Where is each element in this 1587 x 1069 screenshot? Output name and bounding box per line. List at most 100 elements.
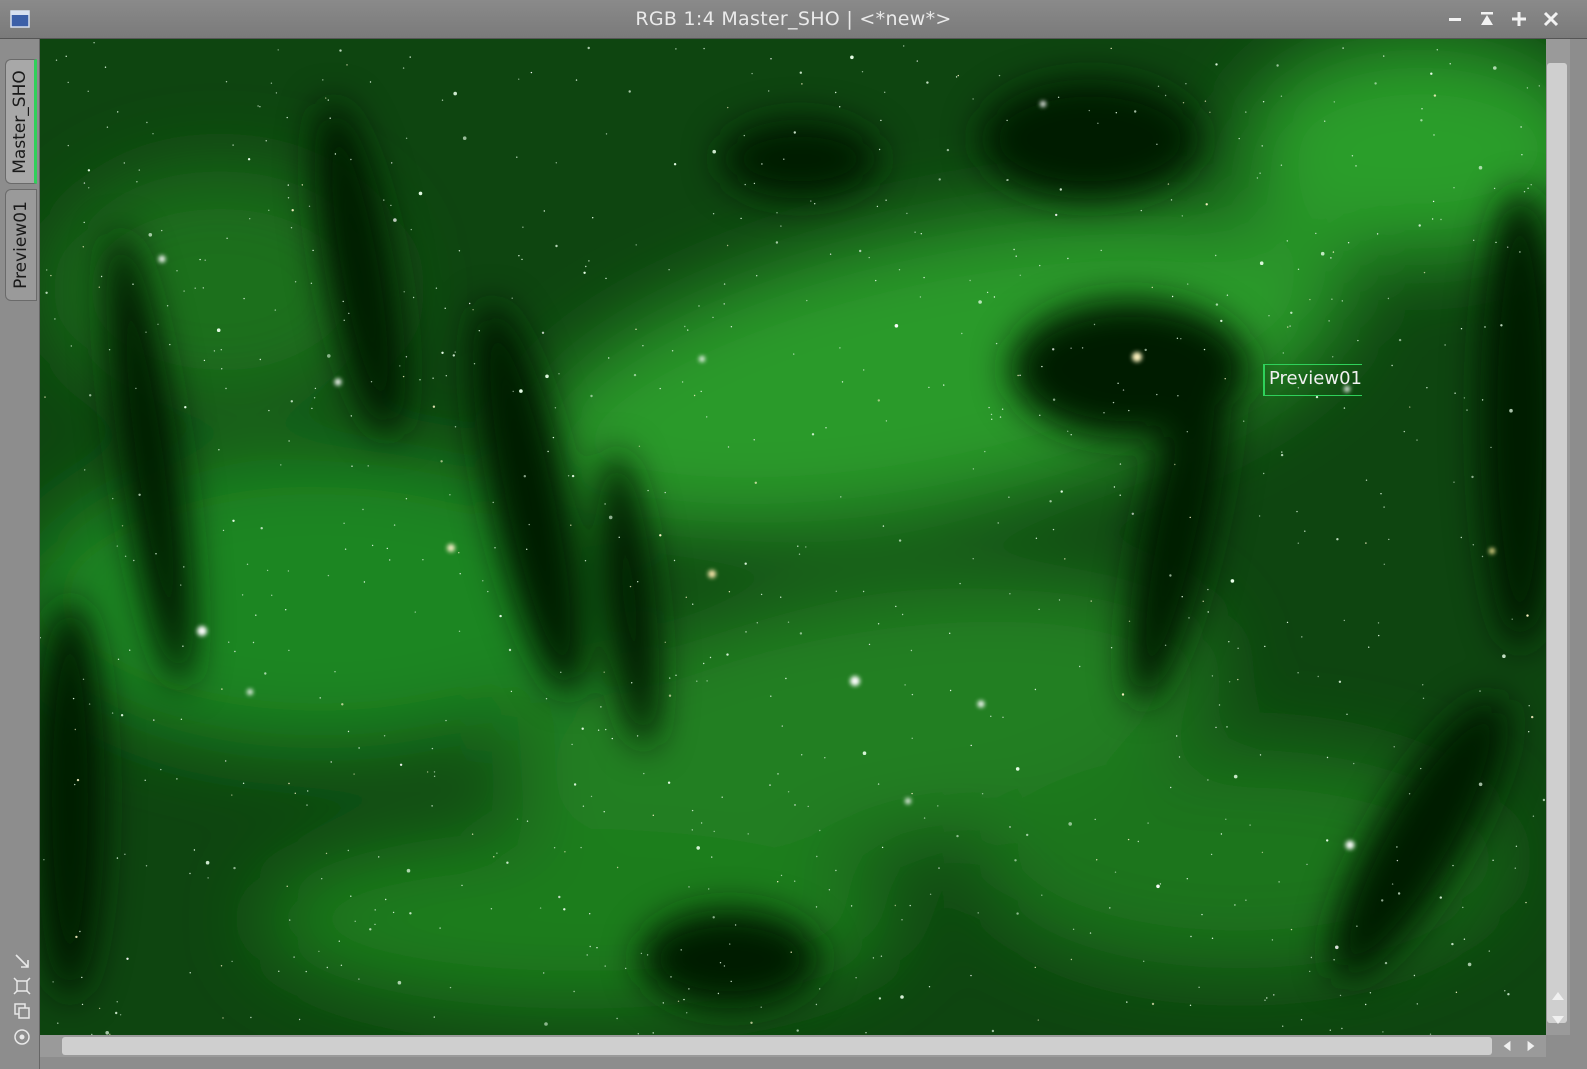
star: [469, 302, 471, 305]
star: [1157, 85, 1160, 87]
star: [1190, 935, 1192, 938]
star: [828, 889, 831, 891]
star: [145, 865, 148, 867]
star: [1181, 215, 1184, 217]
star: [990, 413, 993, 416]
fit-view-icon[interactable]: [12, 951, 32, 971]
star: [1137, 840, 1140, 843]
star: [723, 303, 725, 305]
star: [744, 562, 747, 565]
star: [370, 381, 373, 383]
scroll-up-button[interactable]: [1547, 987, 1569, 1005]
star: [74, 783, 76, 786]
star: [611, 737, 613, 740]
scroll-left-button[interactable]: [1497, 1037, 1517, 1055]
star: [799, 71, 802, 74]
star: [205, 860, 210, 865]
star: [585, 265, 587, 268]
star: [801, 754, 803, 756]
star: [310, 282, 313, 284]
star: [50, 274, 52, 277]
star: [264, 672, 267, 675]
image-viewport[interactable]: Preview01: [40, 39, 1546, 1035]
star: [1041, 894, 1043, 896]
star: [431, 747, 434, 750]
star: [1454, 392, 1456, 394]
star: [1452, 864, 1454, 867]
star: [124, 555, 127, 557]
star: [1259, 172, 1261, 174]
star: [631, 682, 633, 684]
tab-master-sho[interactable]: Master_SHO: [5, 59, 37, 184]
star: [659, 387, 661, 390]
scroll-down-button[interactable]: [1547, 1011, 1569, 1029]
star: [1271, 939, 1274, 941]
star: [1346, 713, 1348, 715]
star: [1243, 420, 1245, 422]
star: [1460, 328, 1463, 330]
star: [583, 271, 586, 274]
horizontal-scroll-thumb[interactable]: [62, 1037, 1492, 1055]
tab-preview01[interactable]: Preview01: [5, 189, 37, 301]
minimize-button[interactable]: [1442, 6, 1468, 32]
star: [207, 877, 209, 879]
star: [1264, 999, 1266, 1001]
star: [587, 46, 590, 50]
star: [234, 650, 236, 653]
star: [260, 527, 263, 530]
star: [1383, 506, 1385, 508]
star: [545, 374, 549, 379]
star: [1182, 102, 1185, 104]
star: [145, 331, 147, 333]
star: [1094, 818, 1096, 821]
shade-button[interactable]: [1474, 6, 1500, 32]
star: [152, 133, 154, 135]
star: [1215, 303, 1219, 306]
star: [161, 229, 163, 232]
star: [696, 680, 698, 682]
vertical-scrollbar[interactable]: [1546, 39, 1587, 1035]
star: [454, 426, 457, 428]
star: [344, 548, 347, 550]
star: [743, 134, 745, 137]
star: [938, 867, 940, 869]
star: [117, 658, 120, 660]
star: [1207, 779, 1209, 781]
star: [144, 779, 146, 781]
close-button[interactable]: [1538, 6, 1564, 32]
star: [72, 697, 75, 700]
scroll-right-button[interactable]: [1521, 1037, 1541, 1055]
zoom-fit-icon[interactable]: [12, 976, 32, 996]
star: [1420, 119, 1423, 122]
clone-icon[interactable]: [12, 1001, 32, 1021]
star: [1110, 47, 1112, 50]
star: [1280, 95, 1283, 97]
window-titlebar[interactable]: RGB 1:4 Master_SHO | <*new*>: [0, 0, 1587, 39]
horizontal-scrollbar[interactable]: [40, 1035, 1587, 1069]
star: [1449, 63, 1451, 65]
star: [1177, 395, 1179, 397]
star: [1224, 378, 1226, 380]
star: [589, 913, 591, 915]
star: [1290, 928, 1293, 931]
star: [184, 406, 187, 409]
star: [1176, 337, 1179, 339]
star: [638, 445, 641, 447]
star: [1500, 324, 1503, 327]
star: [1324, 120, 1326, 122]
star: [959, 582, 961, 585]
star: [1070, 434, 1072, 436]
star: [1525, 901, 1527, 904]
preview-marker[interactable]: Preview01: [1263, 364, 1362, 396]
shade-icon: [1481, 12, 1493, 25]
star: [972, 558, 974, 560]
vertical-scroll-thumb[interactable]: [1547, 63, 1567, 1023]
star: [1481, 555, 1484, 558]
target-icon[interactable]: [12, 1027, 32, 1047]
maximize-button[interactable]: [1506, 6, 1532, 32]
star: [519, 389, 523, 393]
star: [1093, 323, 1096, 326]
star: [1186, 431, 1189, 433]
star: [552, 436, 555, 439]
star: [894, 904, 896, 907]
